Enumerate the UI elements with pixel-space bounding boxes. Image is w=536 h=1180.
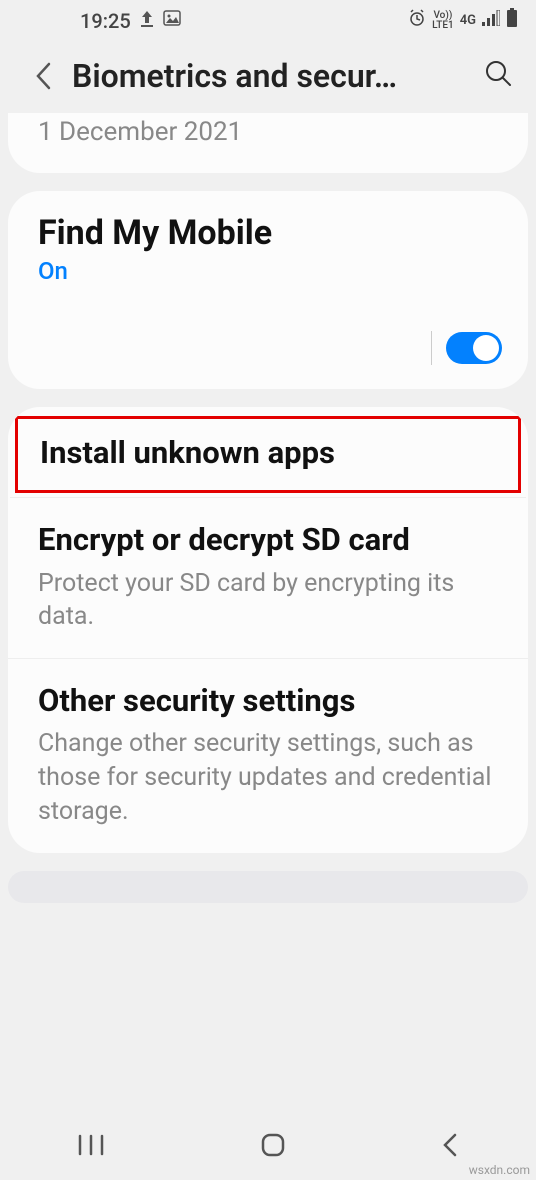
update-date: 1 December 2021 [38, 117, 498, 147]
find-mobile-toggle[interactable] [446, 332, 502, 364]
update-date-card[interactable]: 1 December 2021 [8, 113, 528, 173]
encrypt-sd-subtitle: Protect your SD card by encrypting its d… [38, 567, 498, 635]
find-mobile-status: On [38, 257, 498, 285]
find-mobile-card: Find My Mobile On [8, 191, 528, 389]
app-header: Biometrics and secur… [0, 39, 536, 113]
upload-icon [139, 9, 155, 32]
volte-icon: Vo)) LTE1 [432, 11, 454, 31]
other-security-subtitle: Change other security settings, such as … [38, 727, 498, 828]
home-button[interactable] [260, 1132, 286, 1158]
encrypt-sd-title: Encrypt or decrypt SD card [38, 520, 498, 560]
watermark: wsxdn.com [469, 1163, 530, 1177]
recents-button[interactable] [77, 1134, 105, 1156]
find-mobile-title: Find My Mobile [38, 213, 498, 253]
back-button[interactable] [28, 61, 58, 91]
battery-icon [506, 8, 518, 33]
install-unknown-apps-item[interactable]: Install unknown apps [10, 411, 526, 498]
other-security-item[interactable]: Other security settings Change other sec… [8, 659, 528, 853]
alarm-icon [408, 9, 426, 32]
search-button[interactable] [484, 59, 520, 94]
network-4g-label: 4G [460, 16, 476, 26]
signal-icon [482, 10, 500, 31]
divider [431, 331, 432, 365]
other-security-title: Other security settings [38, 681, 498, 721]
security-list-card: Install unknown apps Encrypt or decrypt … [8, 407, 528, 853]
nav-back-button[interactable] [441, 1132, 459, 1158]
scroll-indicator [8, 871, 528, 903]
page-title: Biometrics and secur… [72, 57, 470, 95]
image-icon [163, 10, 181, 31]
install-unknown-apps-title: Install unknown apps [40, 433, 496, 473]
encrypt-sd-item[interactable]: Encrypt or decrypt SD card Protect your … [8, 498, 528, 659]
find-mobile-item[interactable]: Find My Mobile On [8, 191, 528, 313]
status-time: 19:25 [80, 9, 131, 33]
navigation-bar [0, 1120, 536, 1180]
status-bar: 19:25 Vo)) LTE1 4G [0, 0, 536, 39]
